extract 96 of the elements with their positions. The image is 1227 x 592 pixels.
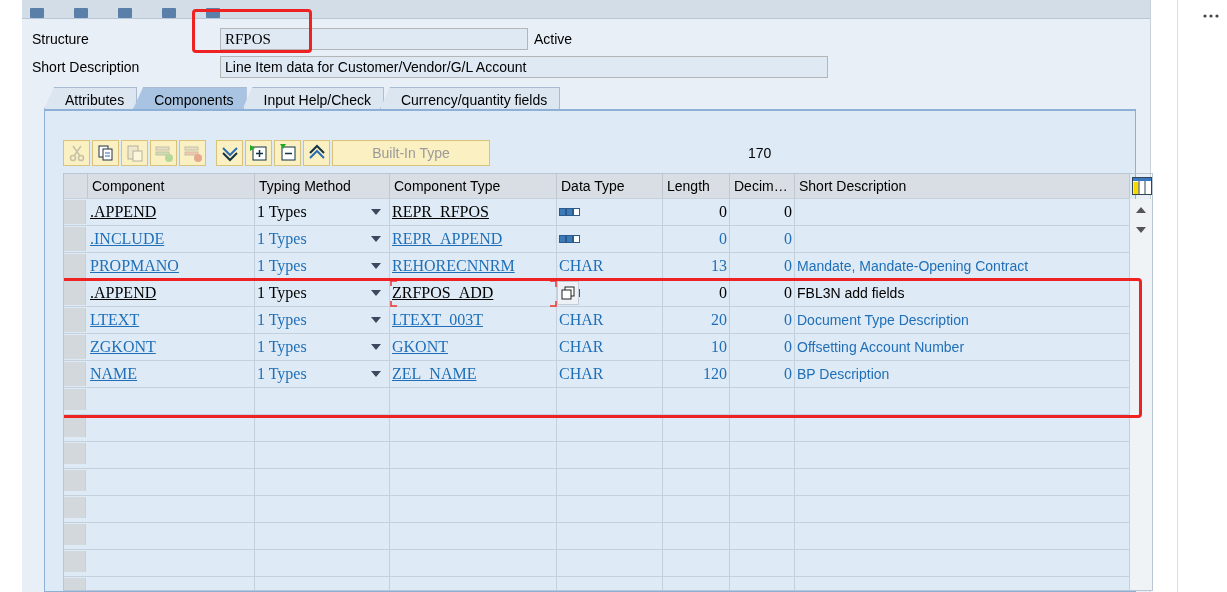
scroll-down-icon[interactable] (1136, 227, 1146, 233)
scissors-icon[interactable] (63, 140, 90, 166)
component-link[interactable]: .INCLUDE (90, 230, 165, 248)
table-row[interactable]: PROPMANO 1 Types REHORECNNRM CHAR 13 0 Mandate, Mandate-Opening Contract (64, 253, 1130, 280)
decimals: 0 (784, 365, 792, 383)
length: 0 (719, 203, 727, 221)
dropdown-icon[interactable] (371, 290, 381, 296)
column-header[interactable]: Component (88, 174, 255, 198)
length: 13 (711, 257, 727, 275)
component-type-link[interactable]: GKONT (392, 338, 448, 356)
short-description: FBL3N add fields (797, 285, 905, 301)
typing-method: 1 Types (257, 311, 307, 329)
typing-method: 1 Types (257, 230, 307, 248)
field-label: Short Description (32, 59, 141, 75)
insert-box-icon[interactable] (245, 140, 272, 166)
structure-field[interactable]: RFPOS (220, 28, 528, 50)
length: 20 (711, 311, 727, 329)
collapse-icon[interactable] (303, 140, 330, 166)
component-link[interactable]: .APPEND (90, 203, 157, 221)
short-description: BP Description (797, 366, 890, 382)
dropdown-icon[interactable] (371, 371, 381, 377)
table-row[interactable]: NAME 1 Types ZEL_NAME CHAR 120 0 BP Description (64, 361, 1130, 388)
table-row[interactable]: LTEXT 1 Types LTEXT_003T CHAR 20 0 Document Type Description (64, 307, 1130, 334)
scroll-up-icon[interactable] (1136, 207, 1146, 213)
scrollbar[interactable] (1130, 199, 1152, 590)
component-type-link[interactable]: ZRFPOS_ADD (392, 284, 494, 302)
table-row[interactable]: .INCLUDE 1 Types REPR_APPEND 0 0 (64, 226, 1130, 253)
component-type-link[interactable]: REPR_APPEND (392, 230, 503, 248)
structure-icon (559, 235, 581, 243)
dropdown-icon[interactable] (371, 236, 381, 242)
dropdown-icon[interactable] (371, 344, 381, 350)
copy-icon[interactable] (92, 140, 119, 166)
decimals: 0 (784, 257, 792, 275)
short-description: Offsetting Account Number (797, 339, 965, 355)
toolbar-icon[interactable] (206, 8, 220, 18)
length: 0 (719, 230, 727, 248)
layout-icon[interactable] (1132, 177, 1152, 195)
component-type-link[interactable]: REHORECNNRM (392, 257, 515, 275)
expand-icon[interactable] (216, 140, 243, 166)
component-link[interactable]: PROPMANO (90, 257, 179, 275)
toolbar-icon[interactable] (74, 8, 88, 18)
length: 0 (719, 284, 727, 302)
decimals: 0 (784, 230, 792, 248)
tab[interactable]: Currency/quantity fields (379, 87, 561, 109)
insert-row-icon[interactable] (150, 140, 177, 166)
toolbar-icon[interactable] (118, 8, 132, 18)
column-header[interactable]: Typing Method (255, 174, 390, 198)
dropdown-icon[interactable] (371, 263, 381, 269)
column-header[interactable]: Decim… (730, 174, 795, 198)
delete-row-icon[interactable] (179, 140, 206, 166)
description-field[interactable]: Line Item data for Customer/Vendor/G/L Account (220, 56, 828, 78)
table-row[interactable]: ZGKONT 1 Types GKONT CHAR 10 0 Offsetting Account Number (64, 334, 1130, 361)
length: 10 (711, 338, 727, 356)
length: 120 (703, 365, 727, 383)
tab[interactable]: Components (133, 87, 247, 109)
typing-method: 1 Types (257, 338, 307, 356)
structure-icon (559, 208, 581, 216)
row-count: 170 (748, 145, 772, 161)
dropdown-icon[interactable] (371, 317, 381, 323)
column-header[interactable]: Length (663, 174, 730, 198)
typing-method: 1 Types (257, 365, 307, 383)
status-text: Active (534, 31, 573, 47)
dropdown-icon[interactable] (371, 209, 381, 215)
component-link[interactable]: ZGKONT (90, 338, 156, 356)
component-type-link[interactable]: LTEXT_003T (392, 311, 483, 329)
data-type: CHAR (559, 338, 604, 356)
decimals: 0 (784, 284, 792, 302)
toolbar-icon[interactable] (30, 8, 44, 18)
copy-popup-icon[interactable] (557, 281, 579, 305)
field-label: Structure (32, 31, 90, 47)
column-header[interactable]: Short Description (795, 174, 1130, 198)
column-header[interactable]: Component Type (390, 174, 557, 198)
short-description: Document Type Description (797, 312, 969, 328)
component-type-link[interactable]: REPR_RFPOS (392, 203, 489, 221)
decimals: 0 (784, 203, 792, 221)
short-description: Mandate, Mandate-Opening Contract (797, 258, 1029, 274)
typing-method: 1 Types (257, 257, 307, 275)
data-type: CHAR (559, 257, 604, 275)
more-icon[interactable] (1203, 14, 1219, 18)
data-type: CHAR (559, 311, 604, 329)
data-type: CHAR (559, 365, 604, 383)
decimals: 0 (784, 311, 792, 329)
typing-method: 1 Types (257, 203, 307, 221)
column-header[interactable]: Data Type (557, 174, 663, 198)
table-row[interactable]: .APPEND 1 Types REPR_RFPOS 0 0 (64, 199, 1130, 226)
paste-icon[interactable] (121, 140, 148, 166)
component-link[interactable]: .APPEND (90, 284, 157, 302)
toolbar-icon[interactable] (162, 8, 176, 18)
typing-method: 1 Types (257, 284, 307, 302)
decimals: 0 (784, 338, 792, 356)
tab[interactable]: Input Help/Check (242, 87, 384, 109)
row-selector[interactable] (64, 416, 86, 437)
component-link[interactable]: LTEXT (90, 311, 140, 329)
component-type-link[interactable]: ZEL_NAME (392, 365, 477, 383)
component-link[interactable]: NAME (90, 365, 138, 383)
tab[interactable]: Attributes (44, 87, 138, 109)
